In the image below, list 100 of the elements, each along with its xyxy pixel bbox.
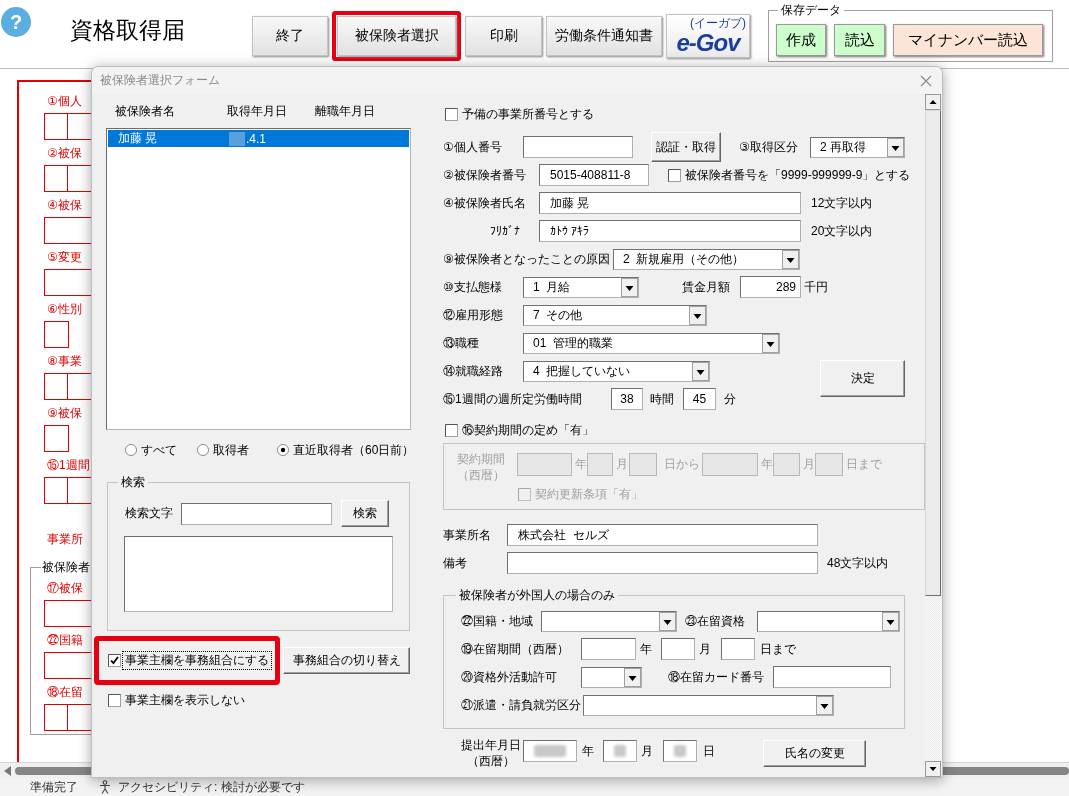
- group-title: 保存データ: [780, 3, 842, 17]
- scroll-up-icon[interactable]: [925, 94, 941, 110]
- save-data-button[interactable]: 作成: [776, 24, 826, 56]
- form-label: ②被保: [47, 145, 82, 161]
- list-box[interactable]: 加藤 晃 .4.1: [106, 128, 411, 430]
- field-label: ④被保険者氏名: [443, 195, 526, 210]
- status-text: 準備完了: [30, 778, 78, 796]
- checkbox-label[interactable]: 被保険者番号を「9999-999999-9」とする: [685, 166, 911, 184]
- checkbox[interactable]: [668, 168, 681, 182]
- save-data-button[interactable]: 読込: [834, 24, 885, 56]
- unit-label: 分: [724, 390, 736, 408]
- toolbar-button[interactable]: 印刷: [465, 16, 542, 56]
- checkbox[interactable]: [445, 423, 458, 437]
- text-field[interactable]: [523, 136, 633, 158]
- field-label: ①個人番号: [443, 139, 502, 154]
- form-box: [44, 113, 68, 140]
- field-label: ⑳資格外活動許可: [461, 669, 557, 684]
- checkbox[interactable]: [108, 694, 121, 707]
- field-label: 提出年月日 （西暦）: [461, 737, 521, 769]
- checkbox[interactable]: [445, 107, 458, 121]
- logo-button[interactable]: (イーガブ) e-Gov: [666, 14, 750, 58]
- accessibility-icon[interactable]: [98, 780, 112, 794]
- dropdown[interactable]: 1 月給: [523, 276, 639, 298]
- unit-label: 年: [575, 456, 587, 473]
- text-field[interactable]: [663, 740, 697, 762]
- unit-label: 年: [582, 743, 594, 760]
- text-field[interactable]: [661, 638, 695, 660]
- field-label: ㉓在留資格: [685, 613, 745, 628]
- text-field[interactable]: [181, 502, 332, 525]
- unit-label: 月: [803, 456, 815, 473]
- radio-label[interactable]: すべて: [141, 441, 177, 459]
- radio-button[interactable]: [197, 444, 209, 456]
- column-header: 被保険者名: [115, 103, 175, 118]
- text-field[interactable]: 45: [683, 388, 716, 410]
- checkbox-label[interactable]: 事業主欄を表示しない: [125, 692, 245, 709]
- checkbox[interactable]: [108, 654, 121, 667]
- radio-label[interactable]: 取得者: [213, 441, 249, 459]
- dropdown[interactable]: [757, 610, 900, 632]
- radio-button[interactable]: [277, 444, 289, 456]
- field-label: ②被保険者番号: [443, 167, 526, 182]
- dropdown[interactable]: [541, 610, 677, 632]
- text-field[interactable]: [581, 638, 636, 660]
- list-row[interactable]: 加藤 晃 .4.1: [108, 130, 409, 147]
- text-field[interactable]: [507, 552, 818, 574]
- checkbox-label[interactable]: ⑯契約期間の定め「有」: [462, 421, 594, 439]
- decide-button[interactable]: 決定: [820, 360, 905, 397]
- field-label: 検索文字: [125, 506, 173, 520]
- dropdown[interactable]: 2 新規雇用（その他）: [613, 248, 800, 270]
- dropdown[interactable]: 4 把握していない: [523, 360, 710, 382]
- toolbar-button[interactable]: 被保険者選択: [337, 16, 456, 56]
- checkbox-label[interactable]: 事業主欄を事務組合にする: [123, 652, 271, 669]
- save-data-button[interactable]: マイナンバー読込: [893, 24, 1043, 56]
- field-label: ⑩支払態様: [443, 279, 502, 294]
- search-button[interactable]: 検索: [341, 500, 389, 527]
- close-icon[interactable]: [920, 74, 932, 87]
- text-field[interactable]: 38: [611, 388, 643, 410]
- unit-label: 日まで: [760, 640, 796, 658]
- radio-button[interactable]: [125, 444, 137, 456]
- text-field[interactable]: 289: [740, 276, 801, 298]
- text-field[interactable]: [523, 740, 577, 762]
- checkbox-label[interactable]: 予備の事業所番号とする: [462, 105, 594, 123]
- form-label: ④被保: [47, 197, 82, 213]
- text-field[interactable]: [603, 740, 637, 762]
- dropdown[interactable]: 01 管理的職業: [523, 332, 780, 354]
- scroll-left-icon[interactable]: [4, 765, 11, 776]
- text-field[interactable]: ｶﾄｳ ｱｷﾗ: [539, 220, 801, 242]
- text-field[interactable]: 株式会社 セルズ: [507, 524, 818, 546]
- dropdown[interactable]: 7 その他: [523, 304, 707, 326]
- unit-label: 月: [699, 640, 711, 658]
- field-label: ⑨被保険者となったことの原因: [443, 251, 610, 266]
- form-box: [44, 321, 69, 348]
- hint-text: 48文字以内: [827, 554, 889, 572]
- unit-label: 千円: [804, 278, 828, 296]
- form-box: [44, 373, 68, 400]
- toolbar-button[interactable]: 労働条件通知書: [546, 16, 662, 56]
- dropdown[interactable]: [583, 694, 834, 716]
- rename-button[interactable]: 氏名の変更: [763, 740, 866, 767]
- dropdown[interactable]: [581, 666, 642, 688]
- radio-label[interactable]: 直近取得者（60日前）: [293, 441, 415, 459]
- text-field[interactable]: [773, 666, 891, 688]
- scroll-down-icon[interactable]: [925, 761, 941, 777]
- form-label: ㉒国籍: [47, 632, 83, 648]
- text-field[interactable]: 加藤 晃: [539, 192, 801, 214]
- field-label: ㉑派遣・請負就労区分: [461, 697, 581, 712]
- unit-label: 年: [640, 640, 652, 658]
- group-title: 被保険者が外国人の場合のみ: [458, 587, 616, 603]
- scrollbar-thumb[interactable]: [925, 110, 941, 596]
- toolbar-button[interactable]: 終了: [252, 16, 328, 56]
- text-field[interactable]: 5015-408811-8: [539, 164, 649, 186]
- field-label: ⑱在留カード番号: [668, 669, 764, 684]
- auth-button[interactable]: 認証・取得: [651, 132, 721, 162]
- form-box: [44, 165, 68, 192]
- dropdown[interactable]: 2 再取得: [810, 136, 905, 158]
- form-box: [44, 704, 68, 731]
- unit-label: 日から: [664, 456, 700, 473]
- form-box: [44, 425, 69, 452]
- list-cell: .4.1: [246, 131, 266, 146]
- text-field[interactable]: [721, 638, 755, 660]
- unit-label: 年: [761, 456, 773, 473]
- switch-button[interactable]: 事務組合の切り替え: [283, 647, 410, 674]
